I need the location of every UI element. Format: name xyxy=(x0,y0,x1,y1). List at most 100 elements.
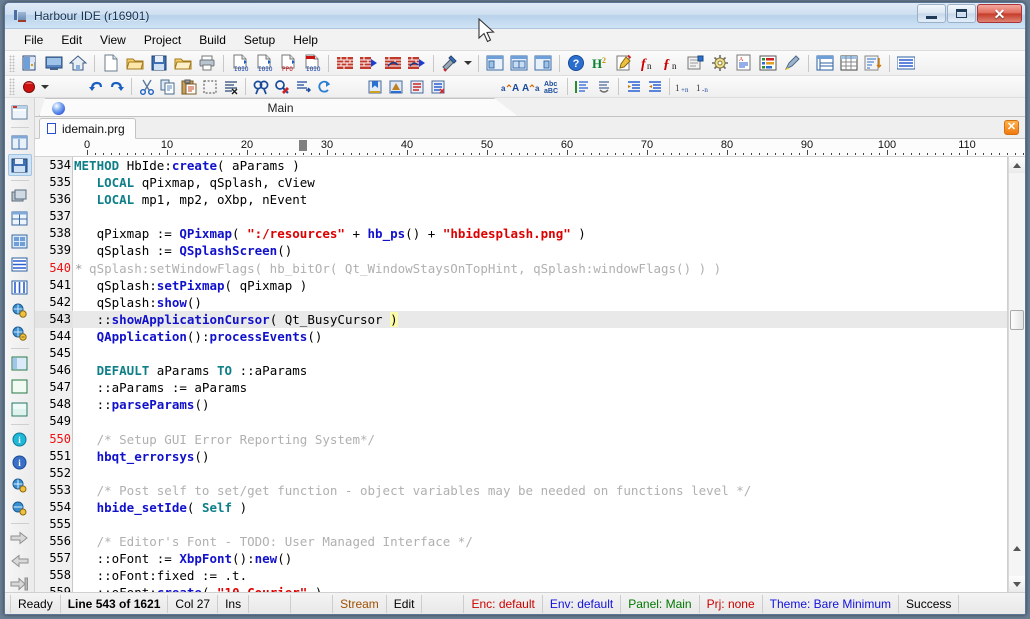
redo-icon[interactable] xyxy=(106,77,127,97)
save-icon[interactable] xyxy=(147,52,171,74)
bookmark-clear-icon[interactable] xyxy=(427,77,448,97)
menu-project[interactable]: Project xyxy=(135,30,190,50)
code-line[interactable]: 541 qSplash:setPixmap( qPixmap ) xyxy=(35,277,1007,294)
decrease-number-icon[interactable]: 1-n xyxy=(695,77,716,97)
code-line[interactable]: 543 ::showApplicationCursor( Qt_BusyCurs… xyxy=(35,311,1007,328)
panel-blue-icon[interactable] xyxy=(8,352,32,374)
sort-icon[interactable] xyxy=(861,52,885,74)
tile-cascade-icon[interactable] xyxy=(8,230,32,252)
build-options-dropdown[interactable] xyxy=(462,52,474,74)
help-icon[interactable]: ? xyxy=(564,52,588,74)
arrow-left-icon[interactable] xyxy=(8,550,32,572)
menu-setup[interactable]: Setup xyxy=(235,30,284,50)
panel-tab-main[interactable]: Main xyxy=(39,98,519,117)
function-fn-icon[interactable]: fn xyxy=(636,52,660,74)
code-line[interactable]: 549 xyxy=(35,413,1007,430)
select-all-icon[interactable] xyxy=(199,77,220,97)
scroll-down-button[interactable] xyxy=(1009,576,1025,592)
code-line[interactable]: 555 xyxy=(35,516,1007,533)
code-line[interactable]: 550 /* Setup GUI Error Reporting System*… xyxy=(35,431,1007,448)
goto-line-icon[interactable] xyxy=(292,77,313,97)
scrollbar-thumb[interactable] xyxy=(1010,310,1024,330)
compile-c-icon[interactable]: IOIO xyxy=(300,52,324,74)
stream-comment-icon[interactable] xyxy=(572,77,593,97)
harbour-help-icon[interactable]: H2 xyxy=(588,52,612,74)
project-window-icon[interactable] xyxy=(8,101,32,123)
bookmark-goto-icon[interactable] xyxy=(385,77,406,97)
bookmark-next-icon[interactable] xyxy=(406,77,427,97)
print-icon[interactable] xyxy=(195,52,219,74)
delete-line-icon[interactable] xyxy=(220,77,241,97)
code-line[interactable]: 554 hbide_setIde( Self ) xyxy=(35,499,1007,516)
panel-green-icon[interactable] xyxy=(8,375,32,397)
invert-case-icon[interactable]: AbcaBC xyxy=(542,77,563,97)
code-editor[interactable]: 534METHOD HbIde:create( aParams )535 LOC… xyxy=(35,157,1008,592)
replace-icon[interactable] xyxy=(271,77,292,97)
panel-right-icon[interactable] xyxy=(531,52,555,74)
menu-build[interactable]: Build xyxy=(190,30,235,50)
tile-vertical-icon[interactable] xyxy=(8,276,32,298)
compile-ppo-icon[interactable]: PPO xyxy=(276,52,300,74)
bookmark-toggle-icon[interactable] xyxy=(364,77,385,97)
function-fn-bold-icon[interactable]: ƒn xyxy=(660,52,684,74)
code-line[interactable]: 552 xyxy=(35,465,1007,482)
compile-prg-icon[interactable]: IOIO xyxy=(228,52,252,74)
home-icon[interactable] xyxy=(66,52,90,74)
code-line[interactable]: 540* qSplash:setWindowFlags( hb_bitOr( Q… xyxy=(35,260,1007,277)
close-button[interactable]: ✕ xyxy=(977,4,1022,23)
find-icon[interactable] xyxy=(250,77,271,97)
info-cyan-icon[interactable]: i xyxy=(8,428,32,450)
code-line[interactable]: 557 ::oFont := XbpFont():new() xyxy=(35,550,1007,567)
build-tools-icon[interactable] xyxy=(438,52,462,74)
code-line[interactable]: 551 hbqt_errorsys() xyxy=(35,448,1007,465)
code-line[interactable]: 545 xyxy=(35,345,1007,362)
panel-split-icon[interactable] xyxy=(507,52,531,74)
tile-horizontal-icon[interactable] xyxy=(8,253,32,275)
build-run-icon[interactable] xyxy=(357,52,381,74)
menu-view[interactable]: View xyxy=(91,30,135,50)
highlighter-icon[interactable] xyxy=(780,52,804,74)
code-line[interactable]: 559 ::oFont:create( "10 Courier" ) xyxy=(35,584,1007,592)
rebuild-run-icon[interactable] xyxy=(405,52,429,74)
code-line[interactable]: 539 qSplash := QSplashScreen() xyxy=(35,242,1007,259)
menu-file[interactable]: File xyxy=(15,30,52,50)
code-line[interactable]: 558 ::oFont:fixed := .t. xyxy=(35,567,1007,584)
panel-left-icon[interactable] xyxy=(483,52,507,74)
edit-note-icon[interactable] xyxy=(612,52,636,74)
undo-icon[interactable] xyxy=(85,77,106,97)
scrollbar-track[interactable] xyxy=(1009,173,1025,576)
paste-icon[interactable] xyxy=(178,77,199,97)
code-line[interactable]: 548 ::parseParams() xyxy=(35,396,1007,413)
menu-edit[interactable]: Edit xyxy=(52,30,91,50)
vertical-scrollbar[interactable] xyxy=(1008,157,1025,592)
minimize-button[interactable] xyxy=(917,4,946,23)
properties-icon[interactable] xyxy=(684,52,708,74)
close-tab-button[interactable]: ✕ xyxy=(1004,120,1019,135)
copy-icon[interactable] xyxy=(157,77,178,97)
compile-obj-icon[interactable]: IOIO xyxy=(252,52,276,74)
outdent-icon[interactable] xyxy=(644,77,665,97)
block-comment-icon[interactable] xyxy=(593,77,614,97)
info-blue-icon[interactable]: i xyxy=(8,451,32,473)
increase-number-icon[interactable]: 1+n xyxy=(674,77,695,97)
uppercase-icon[interactable]: Aa xyxy=(521,77,542,97)
save-panel-icon[interactable] xyxy=(8,154,32,176)
code-line[interactable]: 535 LOCAL qPixmap, qSplash, cView xyxy=(35,174,1007,191)
zoom-in-icon[interactable] xyxy=(8,474,32,496)
list-view-icon[interactable] xyxy=(756,52,780,74)
screen-icon[interactable] xyxy=(42,52,66,74)
layers-icon[interactable] xyxy=(8,184,32,206)
split-panes-icon[interactable] xyxy=(8,131,32,153)
arrow-right-icon[interactable] xyxy=(8,527,32,549)
zoom-out-icon[interactable] xyxy=(8,497,32,519)
record-dropdown[interactable] xyxy=(39,76,51,98)
new-file-icon[interactable] xyxy=(99,52,123,74)
code-line[interactable]: 544 QApplication():processEvents() xyxy=(35,328,1007,345)
file-tab-idemain[interactable]: idemain.prg xyxy=(39,118,136,139)
settings-gear-icon[interactable] xyxy=(708,52,732,74)
open-project-icon[interactable] xyxy=(171,52,195,74)
open-folder-icon[interactable] xyxy=(123,52,147,74)
code-line[interactable]: 537 xyxy=(35,208,1007,225)
scroll-up-button[interactable] xyxy=(1009,157,1025,173)
indent-icon[interactable] xyxy=(623,77,644,97)
